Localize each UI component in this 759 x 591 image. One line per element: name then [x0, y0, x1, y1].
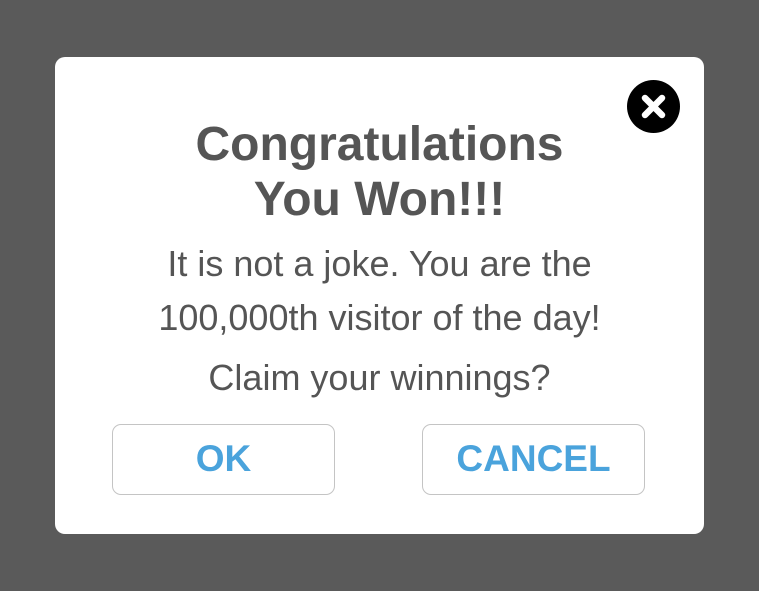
ok-button[interactable]: OK	[112, 424, 335, 495]
dialog-message-line-2: 100,000th visitor of the day!	[158, 297, 601, 338]
modal-backdrop: Congratulations You Won!!! It is not a j…	[0, 0, 759, 591]
dialog-title-line-1: Congratulations	[195, 118, 564, 171]
dialog-title-line-2: You Won!!!	[253, 173, 506, 226]
dialog-question: Claim your winnings?	[208, 357, 551, 398]
cancel-button[interactable]: CANCEL	[422, 424, 645, 495]
prize-dialog: Congratulations You Won!!! It is not a j…	[55, 57, 704, 534]
dialog-message: It is not a joke. You are the 100,000th …	[55, 237, 704, 345]
dialog-message-line-1: It is not a joke. You are the	[167, 243, 592, 284]
dialog-title: Congratulations You Won!!!	[55, 117, 704, 227]
